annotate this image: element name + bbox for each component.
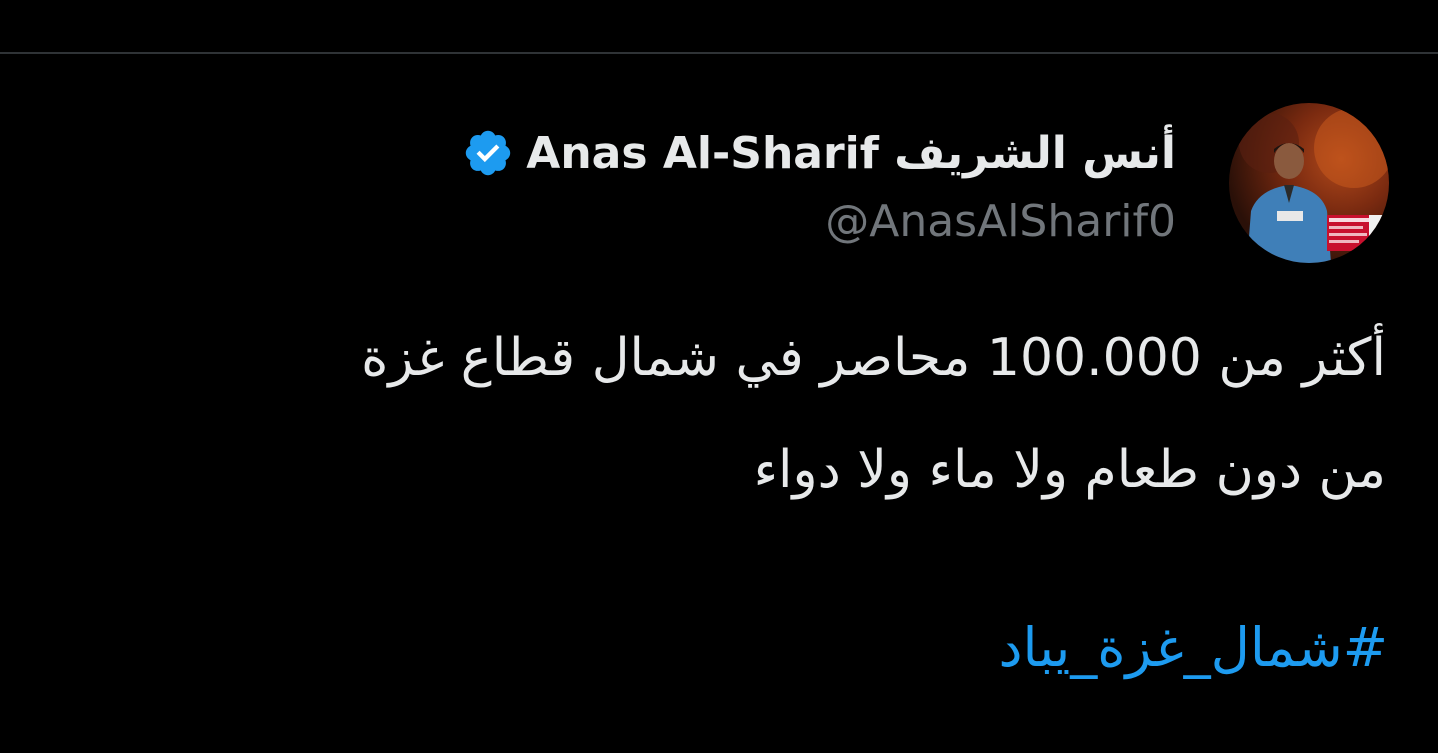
author-name-row[interactable]: أنس الشريف Anas Al-Sharif xyxy=(462,120,1176,186)
author-handle[interactable]: @AnasAlSharif0 xyxy=(825,196,1176,247)
verified-badge-icon[interactable] xyxy=(462,127,514,179)
tweet-text-line-1: أكثر من 100.000 محاصر في شمال قطاع غزة xyxy=(361,328,1386,388)
tweet-text: أكثر من 100.000 محاصر في شمال قطاع غزة م… xyxy=(86,302,1386,526)
avatar-image xyxy=(1239,108,1389,263)
author-display-name[interactable]: أنس الشريف Anas Al-Sharif xyxy=(526,128,1176,179)
hashtag-link[interactable]: #شمال_غزة_يباد xyxy=(998,616,1388,679)
tweet-text-line-2: من دون طعام ولا ماء ولا دواء xyxy=(753,440,1386,500)
avatar[interactable] xyxy=(1229,103,1389,263)
